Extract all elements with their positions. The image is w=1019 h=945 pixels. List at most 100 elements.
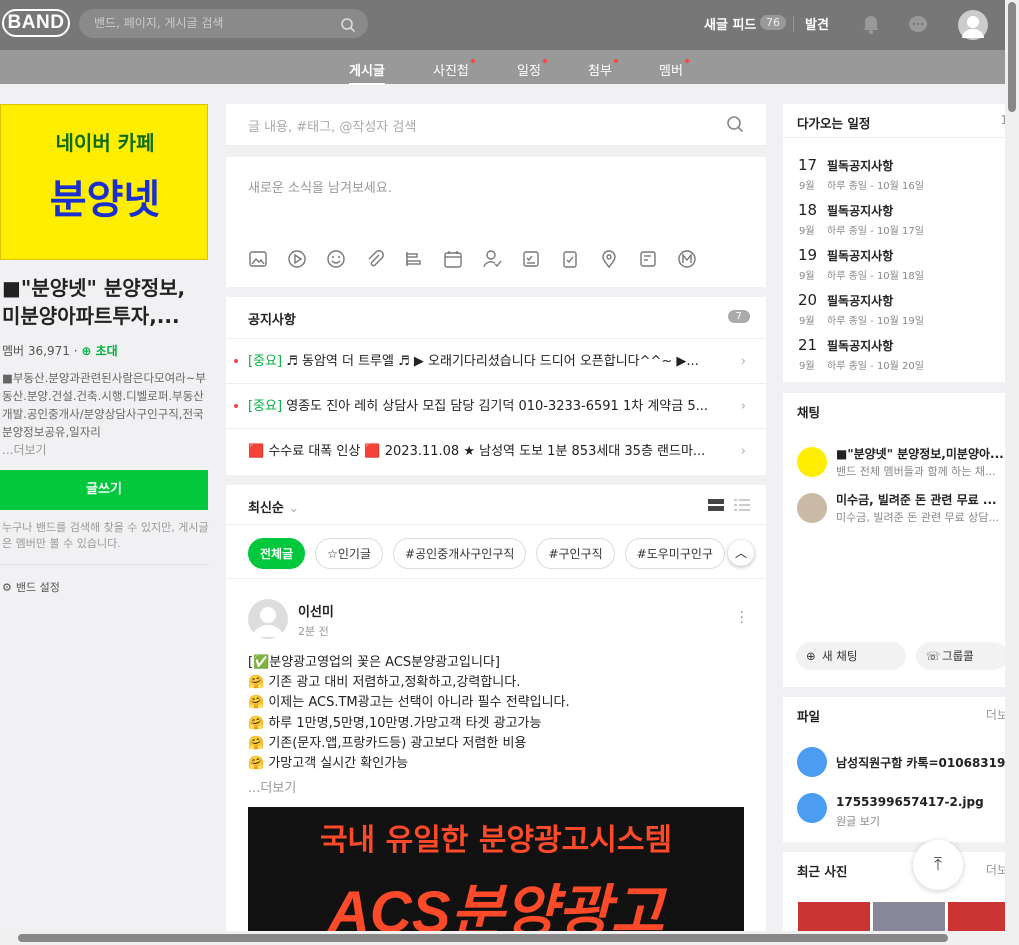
- schedule-month: 9월: [799, 226, 815, 237]
- band-logo[interactable]: BAND: [2, 9, 70, 37]
- tab-label: 일정: [517, 64, 541, 79]
- image-icon[interactable]: [248, 249, 268, 273]
- tab-posts[interactable]: 게시글: [349, 60, 385, 85]
- invite-button[interactable]: ⊕ 초대: [81, 344, 117, 358]
- m-icon[interactable]: [677, 249, 697, 273]
- scroll-to-top-button[interactable]: ⤒: [913, 840, 963, 890]
- tab-members[interactable]: 멤버: [659, 59, 689, 79]
- horizontal-scrollbar[interactable]: [0, 931, 1005, 945]
- new-feed-count-badge: 76: [760, 15, 786, 30]
- checklist-icon[interactable]: [560, 249, 580, 273]
- discover-link[interactable]: 발견: [805, 14, 829, 33]
- bell-icon[interactable]: [862, 14, 880, 38]
- tab-attachments[interactable]: 첨부: [588, 59, 618, 79]
- file-item[interactable]: 남성직원구함 카톡=01068319...: [783, 739, 1008, 785]
- post-line: 🤗 가망고객 실시간 확인가능: [248, 756, 409, 772]
- notice-item[interactable]: 🟥 수수료 대폭 인상 🟥 2023.11.08 ★ 남성역 도보 1분 853…: [226, 429, 766, 474]
- tab-photos[interactable]: 사진첩: [433, 59, 475, 79]
- band-cover-image[interactable]: 네이버 카페 분양넷: [0, 104, 208, 260]
- new-chat-label: 새 채팅: [822, 649, 858, 663]
- view-original-link[interactable]: 원글 보기: [836, 813, 880, 829]
- schedule-item[interactable]: 21 9월 필독공지사항 하루 종일 - 10월 20일: [783, 326, 1008, 372]
- post-line: [✅분양광고영업의 꽃은 ACS분양광고입니다]: [248, 655, 500, 670]
- tab-schedule[interactable]: 일정: [517, 59, 547, 79]
- chat-room-avatar: [797, 493, 827, 523]
- chat-icon[interactable]: [908, 15, 928, 39]
- filter-chip[interactable]: #구인구직: [536, 538, 615, 569]
- photo-thumbnail[interactable]: [798, 902, 870, 932]
- profile-avatar[interactable]: [958, 10, 988, 40]
- write-post-button[interactable]: 글쓰기: [0, 470, 208, 510]
- tab-label: 첨부: [588, 64, 612, 79]
- post-image[interactable]: 국내 유일한 분양광고시스템 ACS분양광고: [248, 807, 744, 945]
- new-dot: [470, 59, 475, 63]
- author-name[interactable]: 이선미: [298, 601, 334, 620]
- chat-room-message: 미수금, 빌려준 돈 관련 무료 상담...: [836, 511, 1000, 524]
- global-search-input[interactable]: 밴드, 페이지, 게시글 검색: [79, 9, 368, 38]
- photo-thumbnail[interactable]: [948, 902, 1008, 932]
- new-feed-link[interactable]: 새글 피드: [704, 14, 756, 33]
- author-avatar[interactable]: [248, 599, 288, 639]
- collapse-chips-icon[interactable]: ︿: [728, 540, 754, 566]
- band-name: ■"분양넷" 분양정보, 미분양아파트투자,...: [2, 276, 186, 328]
- sticker-icon[interactable]: [326, 249, 346, 273]
- search-icon[interactable]: [340, 15, 356, 44]
- memo-icon[interactable]: [638, 249, 658, 273]
- new-dot: [542, 59, 547, 63]
- filter-chip[interactable]: #공인중개사구인구직: [393, 538, 527, 569]
- todo-icon[interactable]: [521, 249, 541, 273]
- filter-chip[interactable]: 전체글: [248, 538, 306, 569]
- schedule-item[interactable]: 18 9월 필독공지사항 하루 종일 - 10월 17일: [783, 191, 1008, 237]
- location-icon[interactable]: [599, 249, 619, 273]
- post-line: 🤗 기존(문자.앱,프랑카드등) 광고보다 저렴한 비용: [248, 735, 527, 751]
- scrollbar-thumb[interactable]: [18, 934, 948, 942]
- post-line: 🤗 기존 광고 대비 저렴하고,정확하고,강력합니다.: [248, 675, 521, 691]
- calendar-icon[interactable]: [443, 249, 463, 273]
- bullet-dot: [234, 359, 238, 363]
- band-settings-link[interactable]: ⚙ 밴드 설정: [0, 579, 209, 595]
- member-count[interactable]: 멤버 36,971 ·: [2, 344, 78, 358]
- post-line: 🤗 하루 1만명,5만명,10만명.가망고객 타겟 광고가능: [248, 715, 542, 731]
- description-more-link[interactable]: ...더보기: [0, 441, 209, 458]
- post-more-link[interactable]: ...더보기: [248, 777, 296, 796]
- vertical-scrollbar[interactable]: [1005, 0, 1019, 945]
- notice-count-badge: 7: [727, 310, 750, 323]
- attachment-icon[interactable]: [365, 249, 385, 273]
- chat-room-item[interactable]: 미수금, 빌려준 돈 관련 무료 ... 미수금, 빌려준 돈 관련 무료 상담.…: [783, 481, 1008, 527]
- card-view-icon[interactable]: [708, 499, 724, 515]
- more-options-icon[interactable]: · · ·: [740, 606, 744, 630]
- scrollbar-thumb[interactable]: [1008, 2, 1016, 112]
- filter-chip[interactable]: ☆인기글: [315, 538, 384, 569]
- chevron-right-icon: ›: [740, 399, 746, 414]
- search-icon[interactable]: [726, 115, 744, 137]
- photo-thumbnail[interactable]: [873, 902, 945, 932]
- chevron-right-icon: ›: [740, 354, 746, 369]
- visibility-note: 누구나 밴드를 검색해 찾을 수 있지만, 게시글은 멤버만 볼 수 있습니다.: [0, 520, 209, 565]
- sort-dropdown[interactable]: 최신순 ⌄: [226, 485, 766, 525]
- band-tabs: 게시글 사진첩 일정 첨부 멤버: [0, 50, 1019, 85]
- group-call-button[interactable]: ☏ 그룹콜: [916, 642, 1008, 670]
- notice-panel: 공지사항 7 [중요] ♬ 동암역 더 트루엘 ♬ ▶ 오래기다리셨습니다 드디…: [226, 297, 766, 475]
- schedule-item[interactable]: 19 9월 필독공지사항 하루 종일 - 10월 18일: [783, 236, 1008, 282]
- compose-box[interactable]: 새로운 소식을 남겨보세요.: [226, 157, 766, 287]
- mention-person-icon[interactable]: [482, 249, 502, 273]
- schedule-item[interactable]: 17 9월 필독공지사항 하루 종일 - 10월 16일: [783, 146, 1008, 192]
- file-item[interactable]: 1755399657417-2.jpg 원글 보기: [783, 785, 1008, 831]
- filter-chip[interactable]: #도우미구인구: [624, 538, 725, 569]
- bullet-dot: [234, 404, 238, 408]
- chat-title: 채팅: [797, 405, 821, 420]
- notice-item[interactable]: [중요] ♬ 동암역 더 트루엘 ♬ ▶ 오래기다리셨습니다 드디어 오픈합니다…: [226, 339, 766, 384]
- schedule-month: 9월: [799, 271, 815, 282]
- video-icon[interactable]: [287, 249, 307, 273]
- chat-room-item[interactable]: ■"분양넷" 분양정보,미분양아... 밴드 전체 멤버들과 함께 하는 채...: [783, 435, 1008, 481]
- chat-room-name: 미수금, 빌려준 돈 관련 무료 ...: [836, 493, 997, 507]
- schedule-range: 하루 종일 - 10월 20일: [827, 361, 924, 372]
- schedule-item[interactable]: 20 9월 필독공지사항 하루 종일 - 10월 19일: [783, 281, 1008, 327]
- list-view-icon[interactable]: [734, 499, 750, 515]
- cover-line1: 네이버 카페: [55, 131, 155, 155]
- new-dot: [613, 59, 618, 63]
- new-chat-button[interactable]: ⊕ 새 채팅: [796, 642, 906, 670]
- vote-icon[interactable]: [404, 249, 424, 273]
- notice-item[interactable]: [중요] 영종도 진아 레히 상담사 모집 담당 김기덕 010-3233-65…: [226, 384, 766, 429]
- post-search-input[interactable]: 글 내용, #태그, @작성자 검색: [226, 104, 766, 146]
